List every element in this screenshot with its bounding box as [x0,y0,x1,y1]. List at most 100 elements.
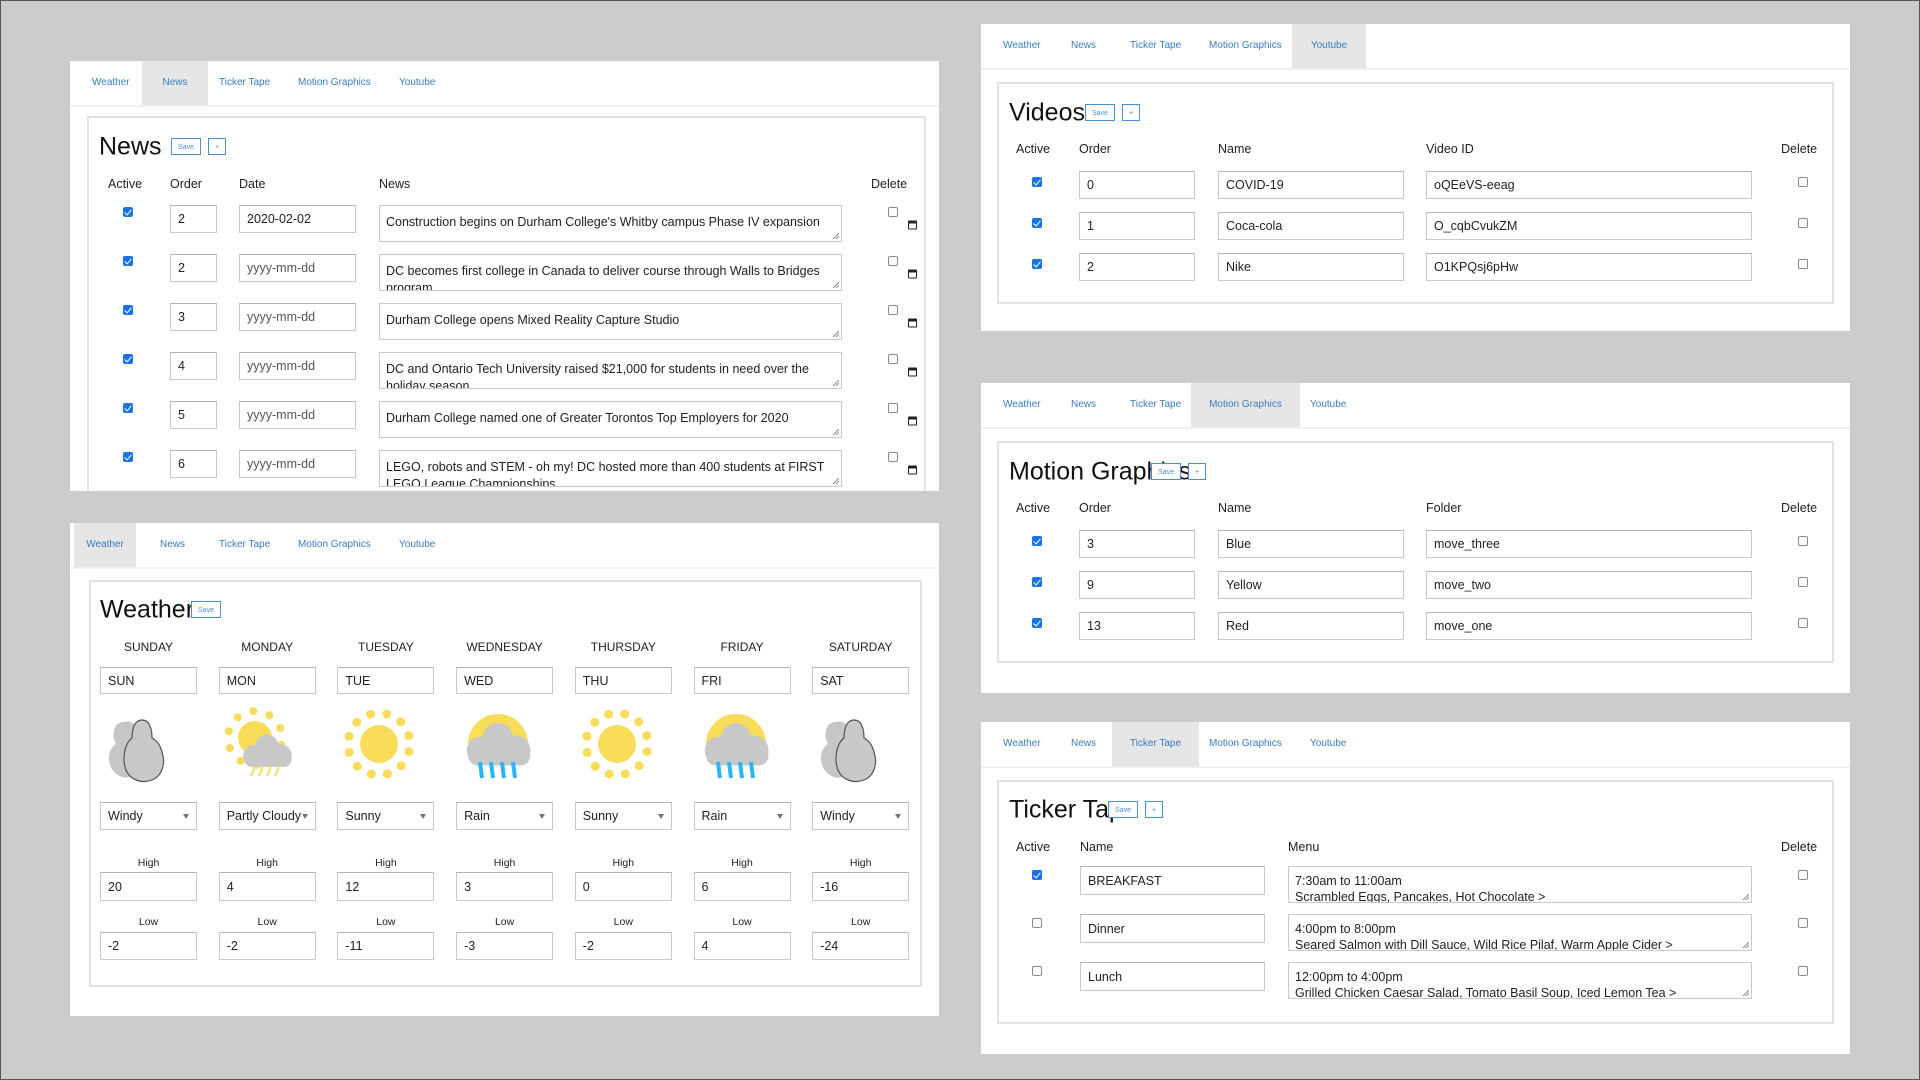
tab-news[interactable]: News [1071,24,1096,68]
menu-textarea[interactable]: 4:00pm to 8:00pm Seared Salmon with Dill … [1288,914,1752,951]
active-checkbox[interactable] [1032,618,1042,628]
condition-select[interactable]: Partly Cloudy [218,802,316,830]
tab-ticker-tape[interactable]: Ticker Tape [219,61,270,105]
tab-youtube[interactable]: Youtube [399,523,435,567]
active-checkbox[interactable] [123,305,133,315]
name-input[interactable]: Dinner [1080,914,1265,943]
active-checkbox[interactable] [123,403,133,413]
day-short-input[interactable]: WED [456,667,554,694]
save-button[interactable]: Save [1108,801,1138,818]
active-checkbox[interactable] [1032,966,1042,976]
tab-youtube[interactable]: Youtube [1292,24,1366,68]
order-input[interactable]: 1 [1079,212,1195,240]
folder-input[interactable]: move_three [1426,530,1752,558]
active-checkbox[interactable] [1032,577,1042,587]
order-input[interactable]: 5 [170,401,217,429]
day-short-input[interactable]: MON [218,667,316,694]
name-input[interactable]: Red [1218,612,1404,640]
delete-checkbox[interactable] [888,305,898,315]
calendar-icon[interactable] [908,465,917,475]
active-checkbox[interactable] [123,452,133,462]
high-input[interactable]: -16 [812,872,910,901]
tab-ticker-tape[interactable]: Ticker Tape [1130,383,1181,427]
tab-youtube[interactable]: Youtube [399,61,435,105]
video-id-input[interactable]: oQEeVS-eeag [1426,171,1752,199]
active-checkbox[interactable] [1032,218,1042,228]
delete-checkbox[interactable] [888,256,898,266]
tab-ticker-tape[interactable]: Ticker Tape [1112,722,1199,766]
tab-weather[interactable]: Weather [1003,722,1041,766]
condition-select[interactable]: Rain [693,802,791,830]
news-textarea[interactable]: Construction begins on Durham College's … [379,205,842,242]
calendar-icon[interactable] [908,416,917,426]
active-checkbox[interactable] [123,354,133,364]
active-checkbox[interactable] [123,256,133,266]
order-input[interactable]: 4 [170,352,217,380]
folder-input[interactable]: move_one [1426,612,1752,640]
active-checkbox[interactable] [1032,536,1042,546]
add-button[interactable]: + [1122,104,1140,121]
folder-input[interactable]: move_two [1426,571,1752,599]
delete-checkbox[interactable] [888,354,898,364]
tab-youtube[interactable]: Youtube [1310,383,1346,427]
tab-motion-graphics[interactable]: Motion Graphics [1191,383,1300,427]
news-textarea[interactable]: DC becomes first college in Canada to de… [379,254,842,291]
date-input[interactable]: yyyy-mm-dd [239,303,356,331]
add-button[interactable]: + [1145,801,1163,818]
order-input[interactable]: 3 [1079,530,1195,558]
day-short-input[interactable]: THU [574,667,672,694]
date-input[interactable]: yyyy-mm-dd [239,450,356,478]
low-input[interactable]: -24 [812,932,910,960]
delete-checkbox[interactable] [888,207,898,217]
date-input[interactable]: yyyy-mm-dd [239,401,356,429]
delete-checkbox[interactable] [888,403,898,413]
active-checkbox[interactable] [1032,918,1042,928]
tab-weather[interactable]: Weather [74,523,136,567]
active-checkbox[interactable] [123,207,133,217]
tab-news[interactable]: News [142,61,208,105]
tab-weather[interactable]: Weather [92,61,130,105]
save-button[interactable]: Save [171,138,201,155]
order-input[interactable]: 2 [170,254,217,282]
delete-checkbox[interactable] [1798,618,1808,628]
condition-select[interactable]: Sunny [337,802,435,830]
day-short-input[interactable]: TUE [337,667,435,694]
order-input[interactable]: 9 [1079,571,1195,599]
add-button[interactable]: + [1188,463,1206,480]
video-id-input[interactable]: O1KPQsj6pHw [1426,253,1752,281]
tab-news[interactable]: News [160,523,185,567]
calendar-icon[interactable] [908,220,917,230]
order-input[interactable]: 13 [1079,612,1195,640]
tab-motion-graphics[interactable]: Motion Graphics [298,61,371,105]
delete-checkbox[interactable] [888,452,898,462]
name-input[interactable]: Nike [1218,253,1404,281]
low-input[interactable]: -2 [100,932,197,960]
condition-select[interactable]: Windy [100,802,197,830]
name-input[interactable]: BREAKFAST [1080,866,1265,895]
active-checkbox[interactable] [1032,177,1042,187]
date-input[interactable]: yyyy-mm-dd [239,352,356,380]
delete-checkbox[interactable] [1798,259,1808,269]
news-textarea[interactable]: Durham College named one of Greater Toro… [379,401,842,438]
name-input[interactable]: Blue [1218,530,1404,558]
high-input[interactable]: 12 [337,872,435,901]
date-input[interactable]: 2020-02-02 [239,205,356,233]
calendar-icon[interactable] [908,318,917,328]
name-input[interactable]: Yellow [1218,571,1404,599]
calendar-icon[interactable] [908,269,917,279]
condition-select[interactable]: Rain [456,802,554,830]
delete-checkbox[interactable] [1798,918,1808,928]
date-input[interactable]: yyyy-mm-dd [239,254,356,282]
delete-checkbox[interactable] [1798,870,1808,880]
tab-news[interactable]: News [1071,722,1096,766]
video-id-input[interactable]: O_cqbCvukZM [1426,212,1752,240]
low-input[interactable]: -11 [337,932,435,960]
menu-textarea[interactable]: 12:00pm to 4:00pm Grilled Chicken Caesar … [1288,962,1752,999]
tab-weather[interactable]: Weather [1003,24,1041,68]
order-input[interactable]: 2 [170,205,217,233]
active-checkbox[interactable] [1032,870,1042,880]
tab-motion-graphics[interactable]: Motion Graphics [1209,24,1282,68]
delete-checkbox[interactable] [1798,177,1808,187]
news-textarea[interactable]: Durham College opens Mixed Reality Captu… [379,303,842,340]
high-input[interactable]: 3 [456,872,554,901]
